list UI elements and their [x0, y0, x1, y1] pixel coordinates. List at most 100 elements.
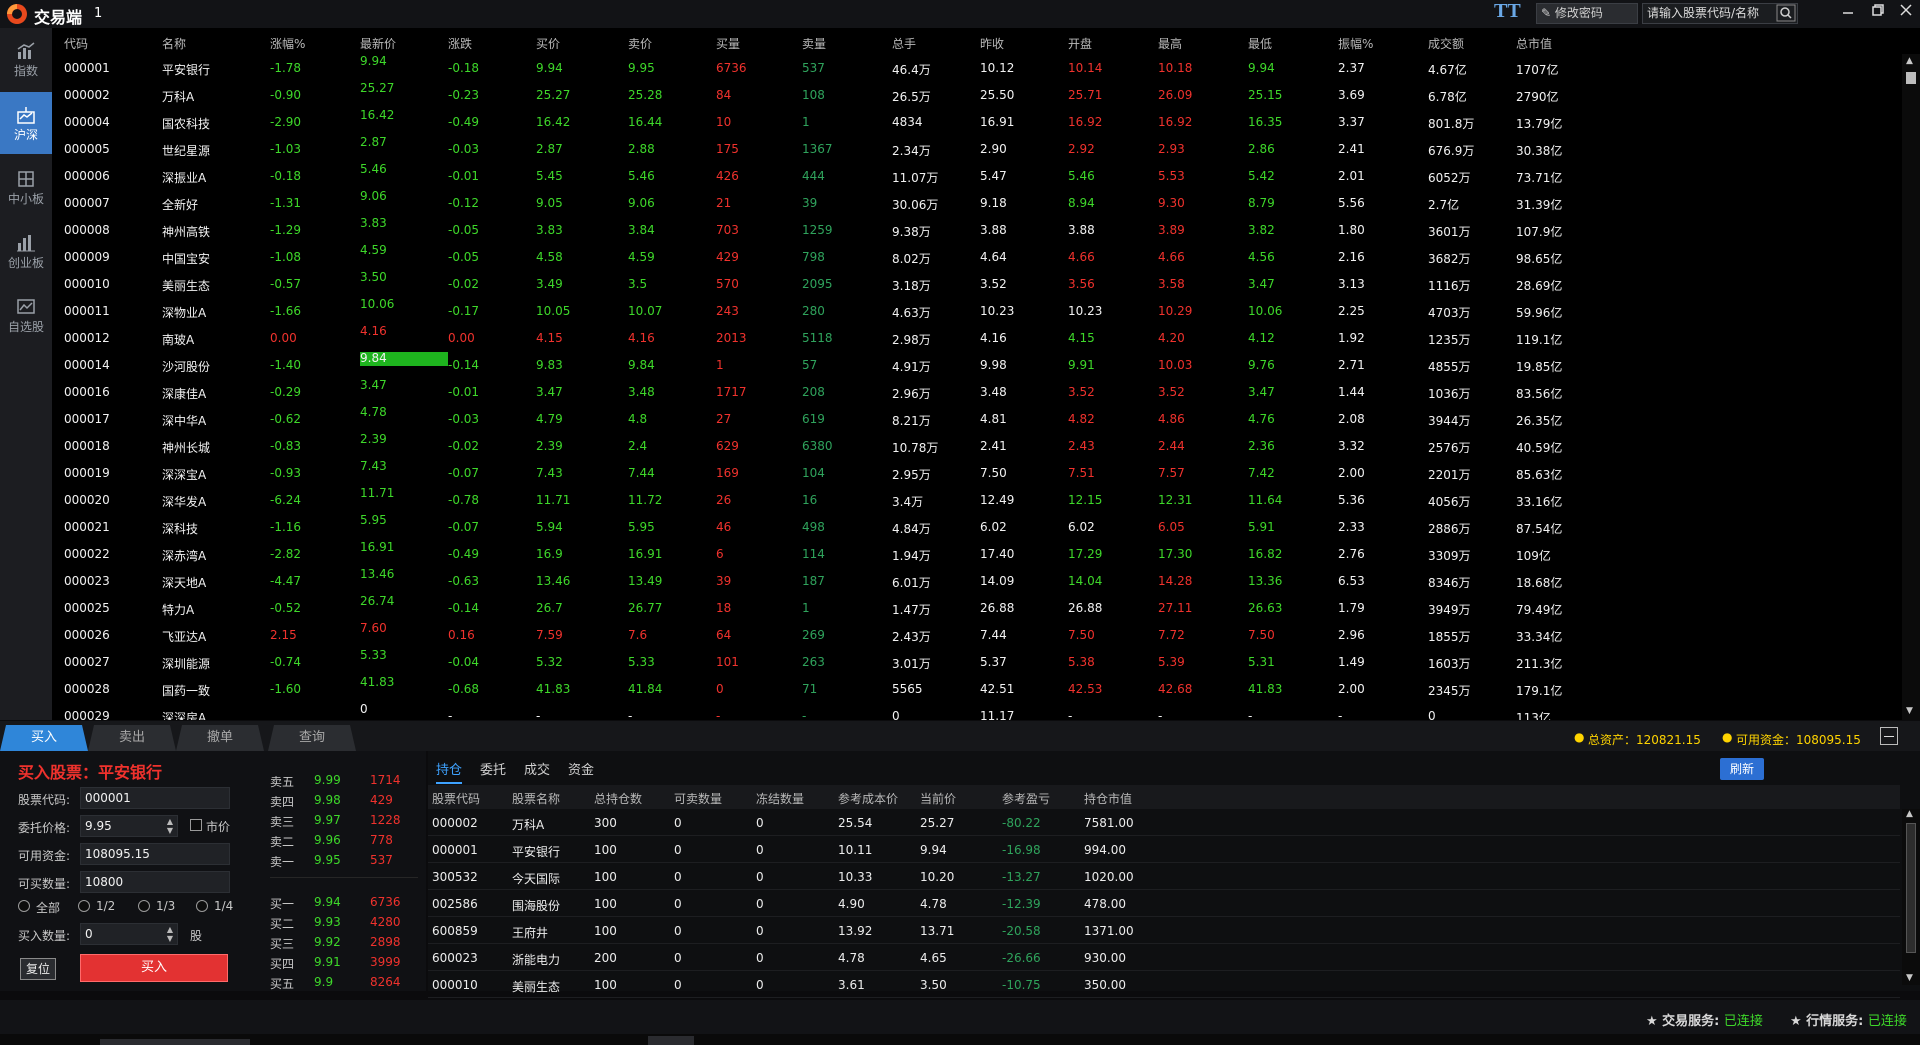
- scrollbar-thumb[interactable]: [1906, 823, 1916, 953]
- quote-row[interactable]: 000025 特力A -0.52 26.74 -0.14 26.7 26.77 18 1 1.47…: [52, 594, 1902, 621]
- change-password-button[interactable]: ✎ 修改密码: [1536, 3, 1638, 24]
- column-header[interactable]: 参考成本价: [838, 790, 898, 807]
- ask-level[interactable]: 卖三 9.97 1228: [262, 811, 426, 831]
- column-header[interactable]: 卖量: [802, 35, 826, 52]
- tab-buy[interactable]: 买入: [0, 725, 88, 751]
- column-header[interactable]: 股票名称: [512, 790, 560, 807]
- search-icon[interactable]: [1776, 4, 1796, 22]
- stock-code-input[interactable]: 000001: [80, 787, 230, 809]
- quote-row[interactable]: 000017 深中华A -0.62 4.78 -0.03 4.79 4.8 27 619 8.21…: [52, 405, 1902, 432]
- market-price-checkbox[interactable]: [190, 819, 202, 831]
- quote-row[interactable]: 000009 中国宝安 -1.08 4.59 -0.05 4.58 4.59 429 798 8.…: [52, 243, 1902, 270]
- column-header[interactable]: 总手: [892, 35, 916, 52]
- tab-sell[interactable]: 卖出: [88, 725, 176, 751]
- column-header[interactable]: 涨跌: [448, 35, 472, 52]
- quote-row[interactable]: 000014 沙河股份 -1.40 9.84 -0.14 9.83 9.84 1 57 4.91万…: [52, 351, 1902, 378]
- stock-search-input[interactable]: 请输入股票代码/名称: [1642, 3, 1798, 24]
- column-header[interactable]: 卖价: [628, 35, 652, 52]
- quote-row[interactable]: 000002 万科A -0.90 25.27 -0.23 25.27 25.28 84 108 2…: [52, 81, 1902, 108]
- ratio-radio-all[interactable]: [18, 900, 30, 912]
- taskbar-item[interactable]: [100, 1039, 250, 1045]
- sidebar-item-index[interactable]: 指数: [0, 28, 52, 90]
- column-header[interactable]: 可卖数量: [674, 790, 722, 807]
- quote-row[interactable]: 000027 深圳能源 -0.74 5.33 -0.04 5.32 5.33 101 263 3.…: [52, 648, 1902, 675]
- ask-level[interactable]: 卖一 9.95 537: [262, 851, 426, 871]
- sidebar-item-sme-board[interactable]: 中小板: [0, 156, 52, 218]
- price-stepper[interactable]: ▲ ▼: [165, 817, 175, 835]
- quote-row[interactable]: 000001 平安银行 -1.78 9.94 -0.18 9.94 9.95 6736 537 4…: [52, 54, 1902, 81]
- ask-level[interactable]: 卖四 9.98 429: [262, 791, 426, 811]
- buy-submit-button[interactable]: 买入: [80, 954, 228, 982]
- position-row[interactable]: 600023 浙能电力 200 0 0 4.78 4.65 -26.66 930.00: [428, 944, 1900, 971]
- quote-row[interactable]: 000020 深华发A -6.24 11.71 -0.78 11.71 11.72 26 16 3…: [52, 486, 1902, 513]
- column-header[interactable]: 当前价: [920, 790, 956, 807]
- tab-query[interactable]: 查询: [268, 725, 356, 751]
- tab-trades[interactable]: 成交: [524, 759, 550, 778]
- sidebar-item-growth-board[interactable]: 创业板: [0, 220, 52, 282]
- scroll-down-icon[interactable]: ▼: [1906, 706, 1916, 716]
- column-header[interactable]: 总市值: [1516, 35, 1552, 52]
- quote-row[interactable]: 000007 全新好 -1.31 9.06 -0.12 9.05 9.06 21 39 30.06…: [52, 189, 1902, 216]
- collapse-panel-button[interactable]: [1880, 727, 1898, 745]
- positions-scrollbar[interactable]: ▲ ▼: [1902, 809, 1920, 985]
- ratio-radio-quarter[interactable]: [196, 900, 208, 912]
- quote-scrollbar[interactable]: ▲ ▼: [1902, 54, 1920, 720]
- column-header[interactable]: 涨幅%: [270, 35, 305, 52]
- reset-button[interactable]: 复位: [20, 958, 56, 980]
- buy-quantity-input[interactable]: 0: [80, 923, 178, 945]
- quote-row[interactable]: 000008 神州高铁 -1.29 3.83 -0.05 3.83 3.84 703 1259 9…: [52, 216, 1902, 243]
- column-header[interactable]: 名称: [162, 35, 186, 52]
- column-header[interactable]: 总持仓数: [594, 790, 642, 807]
- quote-row[interactable]: 000028 国药一致 -1.60 41.83 -0.68 41.83 41.84 0 71 55…: [52, 675, 1902, 702]
- scroll-up-icon[interactable]: ▲: [1906, 56, 1916, 66]
- bid-level[interactable]: 买三 9.92 2898: [262, 933, 426, 953]
- column-header[interactable]: 冻结数量: [756, 790, 804, 807]
- close-button[interactable]: [1894, 2, 1918, 24]
- scroll-up-icon[interactable]: ▲: [1906, 809, 1913, 819]
- ratio-radio-half[interactable]: [78, 900, 90, 912]
- bid-level[interactable]: 买一 9.94 6736: [262, 893, 426, 913]
- column-header[interactable]: 昨收: [980, 35, 1004, 52]
- scroll-down-icon[interactable]: ▼: [1906, 973, 1913, 983]
- column-header[interactable]: 买量: [716, 35, 740, 52]
- scrollbar-thumb[interactable]: [1906, 72, 1916, 84]
- quote-row[interactable]: 000019 深深宝A -0.93 7.43 -0.07 7.43 7.44 169 104 2.…: [52, 459, 1902, 486]
- position-row[interactable]: 000002 万科A 300 0 0 25.54 25.27 -80.22 7581.00: [428, 809, 1900, 836]
- quote-row[interactable]: 000029 深深房A 0 - - - - - 0 11.17 - - - - 0 113亿: [52, 702, 1902, 720]
- tab-funds[interactable]: 资金: [568, 759, 594, 778]
- tab-holdings[interactable]: 持仓: [436, 759, 463, 784]
- tab-orders[interactable]: 委托: [480, 759, 506, 778]
- bid-level[interactable]: 买四 9.91 3999: [262, 953, 426, 973]
- restore-button[interactable]: [1866, 2, 1890, 24]
- column-header[interactable]: 成交额: [1428, 35, 1464, 52]
- ask-level[interactable]: 卖二 9.96 778: [262, 831, 426, 851]
- taskbar-item[interactable]: [648, 1036, 694, 1045]
- position-row[interactable]: 300532 今天国际 100 0 0 10.33 10.20 -13.27 1020.00: [428, 863, 1900, 890]
- tab-cancel-order[interactable]: 撤单: [176, 725, 264, 751]
- column-header[interactable]: 参考盈亏: [1002, 790, 1050, 807]
- quote-row[interactable]: 000005 世纪星源 -1.03 2.87 -0.03 2.87 2.88 175 1367 2…: [52, 135, 1902, 162]
- position-row[interactable]: 002586 围海股份 100 0 0 4.90 4.78 -12.39 478.00: [428, 890, 1900, 917]
- quote-row[interactable]: 000022 深赤湾A -2.82 16.91 -0.49 16.9 16.91 6 114 1.…: [52, 540, 1902, 567]
- bid-level[interactable]: 买五 9.9 8264: [262, 973, 426, 993]
- column-header[interactable]: 最新价: [360, 35, 396, 52]
- quote-row[interactable]: 000023 深天地A -4.47 13.46 -0.63 13.46 13.49 39 187…: [52, 567, 1902, 594]
- column-header[interactable]: 代码: [64, 35, 88, 52]
- quote-row[interactable]: 000026 飞亚达A 2.15 7.60 0.16 7.59 7.6 64 269 2.43万 7…: [52, 621, 1902, 648]
- column-header[interactable]: 持仓市值: [1084, 790, 1132, 807]
- column-header[interactable]: 开盘: [1068, 35, 1092, 52]
- column-header[interactable]: 最高: [1158, 35, 1182, 52]
- column-header[interactable]: 最低: [1248, 35, 1272, 52]
- position-row[interactable]: 600859 王府井 100 0 0 13.92 13.71 -20.58 1371.00: [428, 917, 1900, 944]
- column-header[interactable]: 买价: [536, 35, 560, 52]
- quote-row[interactable]: 000018 神州长城 -0.83 2.39 -0.02 2.39 2.4 629 6380 10…: [52, 432, 1902, 459]
- bid-level[interactable]: 买二 9.93 4280: [262, 913, 426, 933]
- quote-row[interactable]: 000021 深科技 -1.16 5.95 -0.07 5.94 5.95 46 498 4.84…: [52, 513, 1902, 540]
- quote-row[interactable]: 000012 南玻A 0.00 4.16 0.00 4.15 4.16 2013 5118 2.9…: [52, 324, 1902, 351]
- refresh-button[interactable]: 刷新: [1720, 758, 1764, 780]
- position-row[interactable]: 000010 美丽生态 100 0 0 3.61 3.50 -10.75 350.00: [428, 971, 1900, 998]
- quote-row[interactable]: 000004 国农科技 -2.90 16.42 -0.49 16.42 16.44 10 1 48…: [52, 108, 1902, 135]
- sidebar-item-shenzhen-shanghai[interactable]: 沪深: [0, 92, 52, 154]
- position-row[interactable]: 000001 平安银行 100 0 0 10.11 9.94 -16.98 994.00: [428, 836, 1900, 863]
- quote-row[interactable]: 000011 深物业A -1.66 10.06 -0.17 10.05 10.07 243 28…: [52, 297, 1902, 324]
